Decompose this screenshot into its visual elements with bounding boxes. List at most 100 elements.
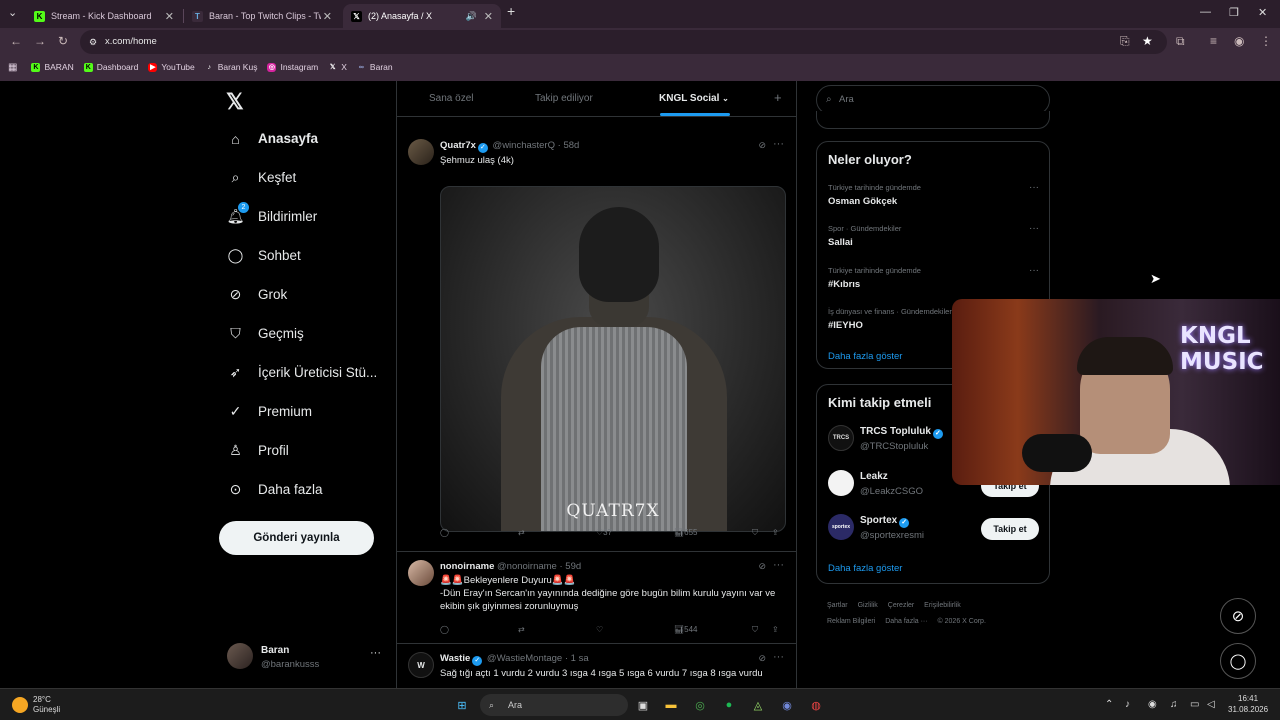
nav-home[interactable]: ⌂ Anasayfa (227, 130, 318, 147)
bookmark-tiktok[interactable]: ♪ Baran Kuş (205, 62, 258, 72)
discord-icon[interactable]: ◉ (778, 696, 796, 714)
clock-time[interactable]: 16:41 (1238, 694, 1258, 703)
retweet-icon[interactable]: ⇄ (518, 625, 525, 634)
share-icon[interactable]: ⇪ (772, 528, 779, 537)
like-icon[interactable]: ♡ (596, 625, 603, 634)
tab-for-you[interactable]: Sana özel (429, 93, 473, 104)
profile-icon[interactable]: ◉ (1234, 34, 1244, 48)
menu-icon[interactable]: ⋮ (1260, 34, 1272, 48)
site-info-icon[interactable]: ⚙ (89, 30, 97, 54)
avatar[interactable] (408, 560, 434, 586)
install-app-icon[interactable]: ⎘ (1120, 34, 1130, 49)
nav-notifications[interactable]: 🔔︎ 2 Bildirimler (227, 202, 317, 225)
avatar[interactable]: W (408, 652, 434, 678)
close-icon[interactable]: ✕ (165, 10, 174, 23)
bookmark-baran[interactable]: K BARAN (31, 62, 74, 72)
tweet-media[interactable]: QUATR7X (440, 186, 786, 532)
tab-following[interactable]: Takip ediliyor (535, 93, 593, 104)
new-tab-icon[interactable]: + (507, 3, 515, 19)
tweet[interactable]: W Wastie ✓ @WastieMontage · 1 sa ⊘ ··· Sa… (397, 644, 796, 688)
forward-icon[interactable]: → (34, 34, 46, 48)
tab-search-icon[interactable]: ⌄ (8, 6, 17, 19)
volume-icon[interactable]: ◁ (1207, 699, 1215, 710)
nav-creator-studio[interactable]: ➶ İçerik Üreticisi Stü... (227, 364, 378, 381)
reply-icon[interactable]: ◯ (440, 528, 449, 537)
tweet[interactable]: nonoirname @nonoirname · 59d ⊘ ··· 🚨🚨Bek… (397, 552, 796, 644)
more-icon[interactable]: ··· (1029, 223, 1039, 234)
tweet-age[interactable]: · 58d (558, 140, 580, 151)
more-icon[interactable]: ··· (1029, 182, 1039, 193)
taskbar-search[interactable]: ⌕ Ara (480, 694, 628, 716)
tab-x-home[interactable]: 𝕏 (2) Anasayfa / X 🔊 ✕ (343, 4, 501, 28)
more-icon[interactable]: ··· (773, 651, 784, 663)
author-handle[interactable]: @nonoirname (497, 561, 557, 572)
grok-fab-icon[interactable]: ⊘ (1220, 598, 1256, 634)
bookmark-star-icon[interactable]: ★ (1142, 34, 1153, 48)
post-button[interactable]: Gönderi yayınla (219, 521, 374, 555)
add-tab-icon[interactable]: + (774, 90, 782, 105)
bookmark-x[interactable]: 𝕏X (328, 62, 347, 72)
tab-kngl-social[interactable]: KNGL Social ⌄ (659, 93, 729, 104)
retweet-icon[interactable]: ⇄ (518, 528, 525, 537)
minimize-icon[interactable]: — (1200, 6, 1211, 18)
address-bar[interactable]: ⚙ x.com/home (80, 30, 1167, 54)
account-switcher[interactable]: Baran @barankusss ··· (227, 643, 387, 673)
audio-tray-icon[interactable]: ♪ (1125, 699, 1130, 710)
task-view-icon[interactable]: ▣ (634, 696, 652, 714)
nav-grok[interactable]: ⊘ Grok (227, 286, 288, 303)
nav-bookmarks[interactable]: ⛉ Geçmiş (227, 325, 304, 342)
more-icon[interactable]: ··· (773, 138, 784, 150)
views-button[interactable]: 📊︎ 655 (674, 528, 698, 537)
show-more-link[interactable]: Daha fazla göster (828, 351, 902, 362)
author-handle[interactable]: @WastieMontage (487, 653, 562, 664)
discord-tray-icon[interactable]: ◉ (1148, 699, 1157, 710)
nav-profile[interactable]: ♙ Profil (227, 442, 289, 459)
reply-icon[interactable]: ◯ (440, 625, 449, 634)
nav-chat[interactable]: ◯ Sohbet (227, 247, 301, 264)
window-close-icon[interactable]: ✕ (1258, 6, 1267, 19)
show-more-link[interactable]: Daha fazla göster (828, 563, 902, 574)
app-record-icon[interactable]: ◍ (807, 696, 825, 714)
app-icon[interactable]: ◬ (749, 696, 767, 714)
extensions-icon[interactable]: ⧉ (1176, 34, 1185, 49)
grok-icon[interactable]: ⊘ (758, 561, 766, 572)
tweet-age[interactable]: · 59d (559, 561, 581, 572)
bookmark-icon[interactable]: ⛉ (752, 625, 758, 635)
tab-kick-dashboard[interactable]: K Stream - Kick Dashboard ✕ (26, 4, 182, 28)
more-icon[interactable]: ··· (370, 647, 381, 659)
tab-twitch-clips[interactable]: T Baran - Top Twitch Clips - Twitch ✕ (184, 4, 340, 28)
bookmark-dashboard[interactable]: K Dashboard (83, 62, 138, 72)
footer-link[interactable]: Gizlilik (858, 602, 878, 609)
media-control-icon[interactable]: ≡ (1210, 34, 1217, 48)
bookmark-instagram[interactable]: ◎ Instagram (267, 62, 318, 72)
file-explorer-icon[interactable]: ▬ (662, 696, 680, 714)
spotify-icon[interactable]: ● (720, 696, 738, 714)
more-icon[interactable]: ··· (773, 559, 784, 571)
messages-fab-icon[interactable]: ◯ (1220, 643, 1256, 679)
like-button[interactable]: ♡ 37 (596, 528, 612, 537)
footer-link[interactable]: Erişilebilirlik (924, 602, 961, 609)
nav-more[interactable]: ⊙ Daha fazla (227, 481, 323, 498)
tray-chevron-icon[interactable]: ⌃ (1105, 699, 1113, 710)
nav-premium[interactable]: ✓ Premium (227, 403, 312, 420)
bookmark-youtube[interactable]: ▶ YouTube (148, 62, 195, 72)
bookmark-icon[interactable]: ⛉ (752, 528, 758, 538)
footer-link[interactable]: Çerezler (888, 602, 914, 609)
author-handle[interactable]: @winchasterQ (493, 140, 555, 151)
close-icon[interactable]: ✕ (484, 10, 493, 23)
views-button[interactable]: 📊︎ 544 (674, 625, 698, 634)
audio-icon[interactable]: 🔊 (466, 11, 477, 22)
grok-icon[interactable]: ⊘ (758, 140, 766, 151)
bookmark-baran-2[interactable]: ∞ Baran (357, 62, 393, 72)
nav-explore[interactable]: ⌕ Keşfet (227, 169, 297, 186)
footer-link[interactable]: Şartlar (827, 602, 848, 609)
mic-tray-icon[interactable]: ♫ (1170, 699, 1178, 710)
footer-link[interactable]: Daha fazla ··· (885, 618, 927, 625)
chrome-icon[interactable]: ◎ (691, 696, 709, 714)
back-icon[interactable]: ← (10, 34, 22, 48)
reload-icon[interactable]: ↻ (58, 34, 68, 48)
follow-button[interactable]: Takip et (981, 518, 1039, 540)
tweet[interactable]: Quatr7x ✓ @winchasterQ · 58d ⊘ ··· Şehmuz… (397, 128, 796, 552)
more-icon[interactable]: ··· (1029, 265, 1039, 276)
close-icon[interactable]: ✕ (323, 10, 332, 23)
